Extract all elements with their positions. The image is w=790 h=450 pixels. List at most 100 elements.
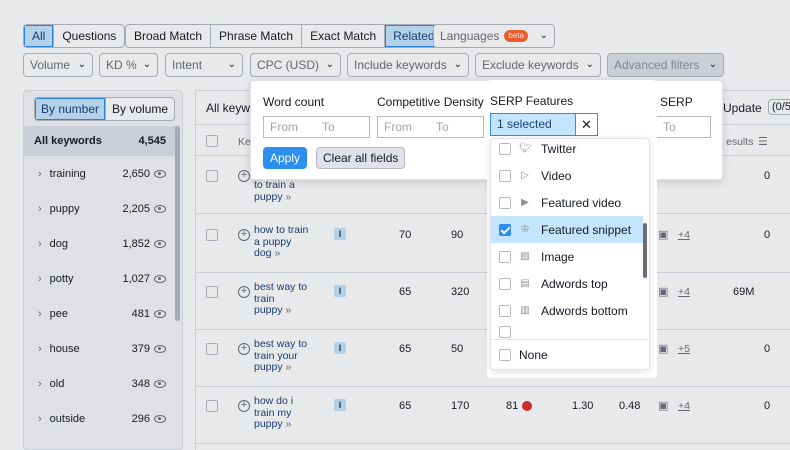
intent-label: Intent xyxy=(172,58,203,72)
row-checkbox[interactable] xyxy=(206,170,218,182)
option-checkbox[interactable] xyxy=(499,304,511,317)
serp-option-twitter[interactable]: 🐦︎ Twitter xyxy=(491,139,643,162)
serp-option-partial[interactable] xyxy=(491,324,643,338)
add-to-list-icon[interactable]: + xyxy=(238,286,250,298)
serp-option-video[interactable]: ▷ Video xyxy=(491,162,643,189)
kd-filter[interactable]: KD % ⌄ xyxy=(99,53,158,77)
keyword-groups-sidebar: By number By volume All keywords 4,545 ›… xyxy=(23,90,183,450)
keyword-link[interactable]: best way to train puppy » xyxy=(254,281,319,317)
option-checkbox[interactable] xyxy=(499,277,511,290)
keyword-line: best way to xyxy=(254,281,308,293)
keyword-link[interactable]: how to train a puppy dog » xyxy=(254,224,319,260)
chevron-double-right-icon: » xyxy=(285,304,292,316)
sidebar-item-pee[interactable]: › pee 481 xyxy=(24,296,176,331)
eye-icon[interactable] xyxy=(154,204,166,213)
intent-filter[interactable]: Intent ⌄ xyxy=(165,53,243,77)
serp-option-adwords-top[interactable]: ▤ Adwords top xyxy=(491,270,643,297)
sort-icon[interactable]: ☰ xyxy=(758,135,768,148)
twitter-icon: 🐦︎ xyxy=(519,143,532,154)
keyword-link[interactable]: best way to train your puppy » xyxy=(254,338,319,374)
sort-by-number[interactable]: By number xyxy=(35,98,107,120)
add-to-list-icon[interactable]: + xyxy=(238,229,250,241)
add-to-list-icon[interactable]: + xyxy=(238,170,250,182)
option-checkbox[interactable] xyxy=(499,196,511,209)
exclude-keywords-filter[interactable]: Exclude keywords ⌄ xyxy=(475,53,601,77)
chevron-down-icon: ⌄ xyxy=(227,59,236,70)
keyword-column-header[interactable]: Ke xyxy=(238,136,251,148)
include-keywords-filter[interactable]: Include keywords ⌄ xyxy=(347,53,469,77)
serp-option-featured-snippet[interactable]: ♔ Featured snippet xyxy=(491,216,643,243)
more-serp-features-link[interactable]: +4 xyxy=(678,229,690,241)
tab-group-type: All Questions xyxy=(23,24,126,48)
serp-option-image[interactable]: ▨ Image xyxy=(491,243,643,270)
row-checkbox[interactable] xyxy=(206,400,218,412)
clear-all-fields-button[interactable]: Clear all fields xyxy=(316,147,406,169)
keyword-link[interactable]: to train a puppy » xyxy=(254,179,319,203)
word-count-to-input[interactable]: To xyxy=(316,116,370,138)
volume-filter[interactable]: Volume ⌄ xyxy=(23,53,93,77)
sidebar-item-potty[interactable]: › potty 1,027 xyxy=(24,261,176,296)
languages-dropdown[interactable]: Languages beta ⌄ xyxy=(433,24,555,48)
eye-icon[interactable] xyxy=(154,344,166,353)
option-checkbox[interactable] xyxy=(499,142,511,155)
sidebar-item-all-keywords[interactable]: All keywords 4,545 xyxy=(24,126,176,156)
adwords-top-icon: ▤ xyxy=(520,278,530,289)
sidebar-item-count: 379 xyxy=(131,342,150,355)
results-to-input[interactable]: To xyxy=(657,116,711,138)
eye-icon[interactable] xyxy=(154,274,166,283)
sidebar-item-label: house xyxy=(49,342,80,355)
more-serp-features-link[interactable]: +5 xyxy=(678,343,690,355)
list-divider xyxy=(491,339,649,340)
serp-features-select[interactable]: 1 selected ✕ xyxy=(490,113,598,136)
eye-icon[interactable] xyxy=(154,379,166,388)
density-from-input[interactable]: From xyxy=(377,116,431,138)
advanced-filters-button[interactable]: Advanced filters ⌄ xyxy=(607,53,724,77)
eye-icon[interactable] xyxy=(154,169,166,178)
eye-icon[interactable] xyxy=(154,239,166,248)
sidebar-item-dog[interactable]: › dog 1,852 xyxy=(24,226,176,261)
more-serp-features-link[interactable]: +4 xyxy=(678,286,690,298)
serp-option-featured-video[interactable]: ▶ Featured video xyxy=(491,189,643,216)
sidebar-item-puppy[interactable]: › puppy 2,205 xyxy=(24,191,176,226)
apply-button[interactable]: Apply xyxy=(263,147,308,169)
tab-phrase-match[interactable]: Phrase Match xyxy=(211,25,303,47)
option-checkbox[interactable] xyxy=(499,250,511,263)
row-checkbox[interactable] xyxy=(206,343,218,355)
tab-all[interactable]: All xyxy=(24,25,55,47)
none-checkbox[interactable] xyxy=(499,348,511,361)
update-button[interactable]: Update xyxy=(723,101,762,115)
option-checkbox[interactable] xyxy=(499,223,511,236)
add-to-list-icon[interactable]: + xyxy=(238,400,250,412)
tab-broad-match[interactable]: Broad Match xyxy=(126,25,212,47)
word-count-from-input[interactable]: From xyxy=(263,116,317,138)
list-scrollbar[interactable] xyxy=(643,223,647,278)
serp-option-adwords-bottom[interactable]: ▥ Adwords bottom xyxy=(491,297,643,324)
eye-icon[interactable] xyxy=(154,414,166,423)
close-icon[interactable]: ✕ xyxy=(575,114,597,135)
row-checkbox[interactable] xyxy=(206,229,218,241)
sort-by-volume[interactable]: By volume xyxy=(106,98,174,120)
keyword-line: how do i xyxy=(254,395,294,407)
sidebar-item-outside[interactable]: › outside 296 xyxy=(24,401,176,436)
density-to-input[interactable]: To xyxy=(430,116,484,138)
tab-questions[interactable]: Questions xyxy=(54,25,124,47)
tab-exact-match[interactable]: Exact Match xyxy=(302,25,386,47)
sidebar-item-old[interactable]: › old 348 xyxy=(24,366,176,401)
option-checkbox[interactable] xyxy=(499,326,511,338)
option-checkbox[interactable] xyxy=(499,169,511,182)
keyword-link[interactable]: how do i train my puppy » xyxy=(254,395,319,431)
more-serp-features-link[interactable]: +4 xyxy=(678,400,690,412)
eye-icon[interactable] xyxy=(154,309,166,318)
serp-option-none[interactable]: None xyxy=(491,341,643,368)
all-keywords-label: All keywords xyxy=(34,135,102,147)
sidebar-item-training[interactable]: › training 2,650 xyxy=(24,156,176,191)
cpc-filter[interactable]: CPC (USD) ⌄ xyxy=(250,53,341,77)
row-checkbox[interactable] xyxy=(206,286,218,298)
select-all-checkbox[interactable] xyxy=(206,135,218,147)
sidebar-scrollbar[interactable] xyxy=(175,126,180,321)
chevron-right-icon: › xyxy=(38,237,42,250)
add-to-list-icon[interactable]: + xyxy=(238,343,250,355)
results-column-header[interactable]: esults xyxy=(726,136,753,148)
sidebar-item-label: outside xyxy=(49,412,86,425)
sidebar-item-house[interactable]: › house 379 xyxy=(24,331,176,366)
